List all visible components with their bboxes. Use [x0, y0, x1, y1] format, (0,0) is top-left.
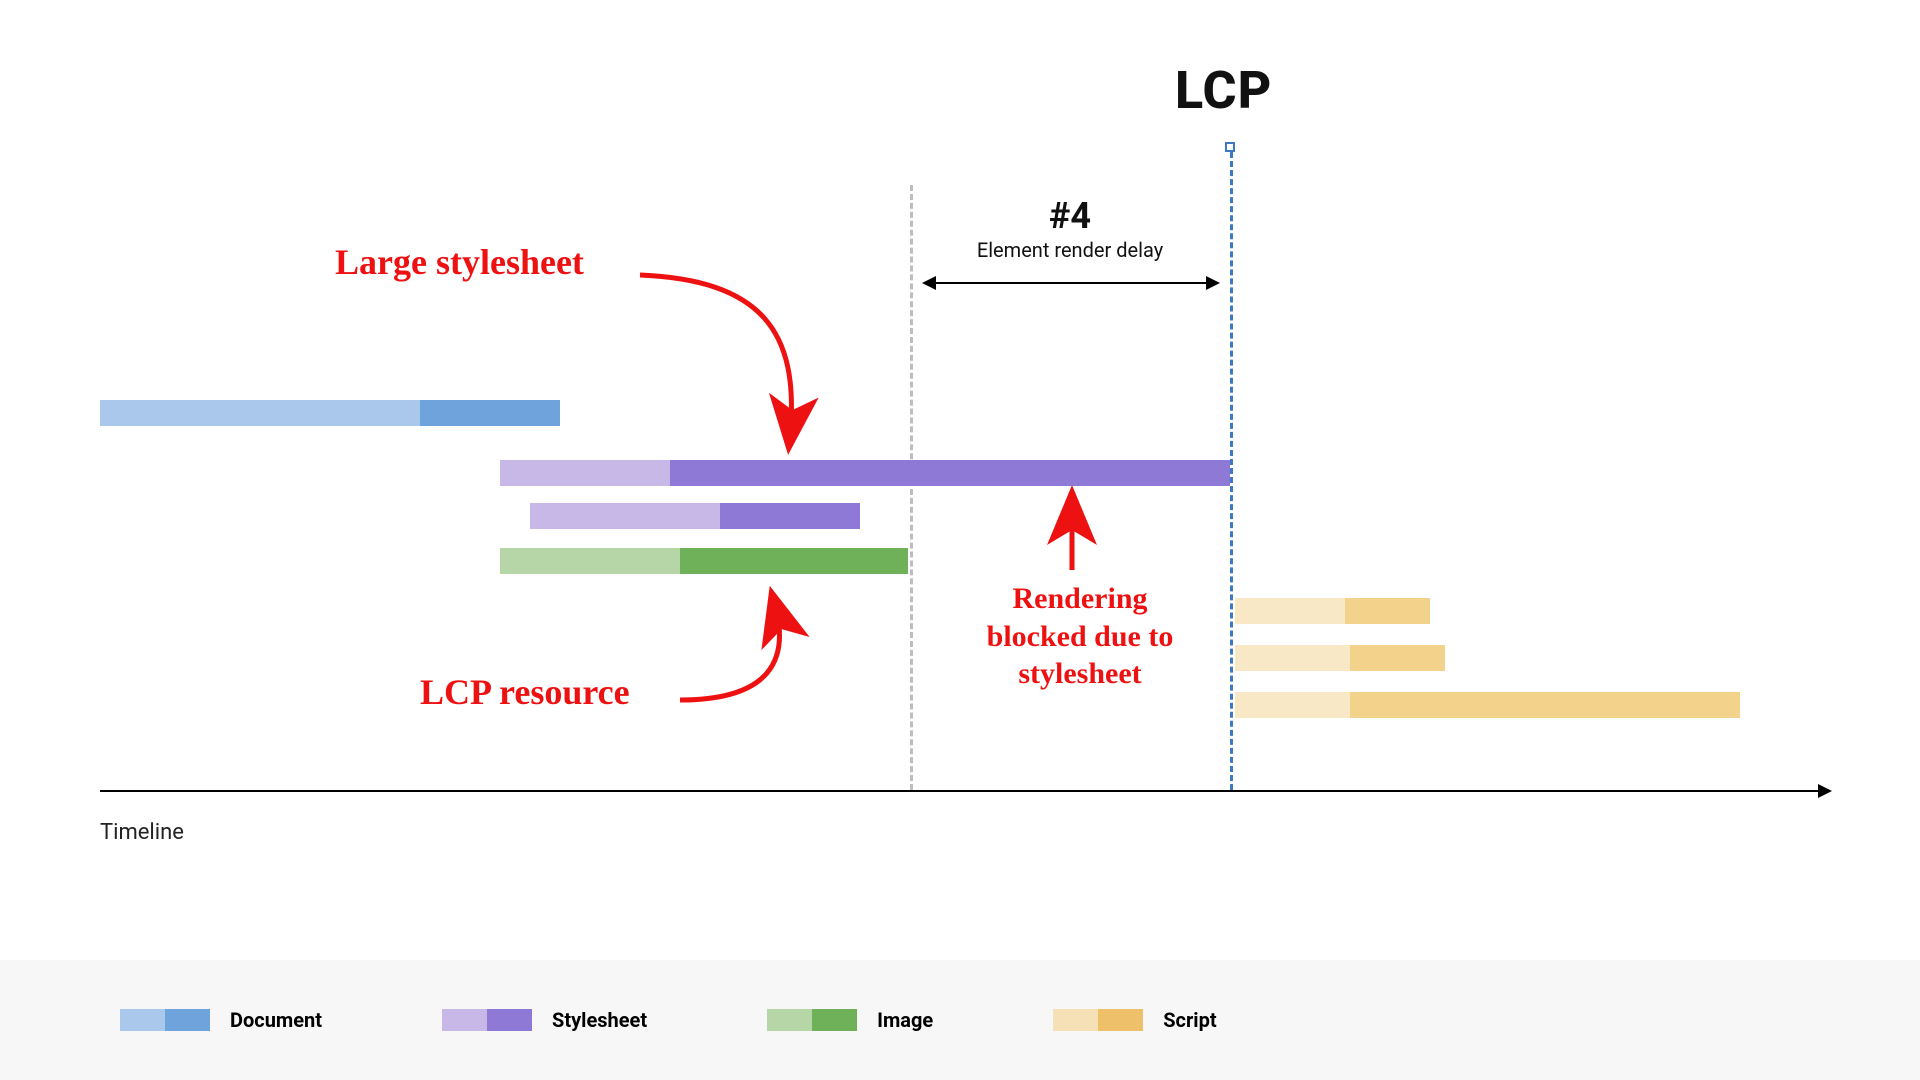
bar-script-1 [1235, 598, 1430, 624]
bar-stylesheet-large [500, 460, 1230, 486]
legend-item-stylesheet: Stylesheet [442, 1008, 647, 1032]
annotation-rendering-blocked: Rendering blocked due to stylesheet [960, 580, 1200, 693]
bar-document [100, 400, 560, 426]
legend: Document Stylesheet Image Script [0, 960, 1920, 1080]
annotation-arrows [0, 0, 1920, 1080]
legend-swatch [767, 1009, 857, 1031]
legend-label: Stylesheet [552, 1008, 647, 1032]
bar-script-2 [1235, 645, 1445, 671]
legend-label: Image [877, 1008, 933, 1032]
legend-swatch [120, 1009, 210, 1031]
legend-item-image: Image [767, 1008, 933, 1032]
legend-label: Script [1163, 1008, 1216, 1032]
diagram-stage: LCP #4 Element render delay Timeline Lar… [0, 0, 1920, 1080]
bar-image-lcp [500, 548, 908, 574]
timeline-axis-arrowhead [1818, 784, 1832, 798]
bar-stylesheet-small [530, 503, 860, 529]
annotation-large-stylesheet: Large stylesheet [335, 240, 584, 285]
timeline-axis-label: Timeline [100, 820, 184, 845]
timeline-axis [100, 790, 1820, 792]
lcp-marker-handle [1225, 142, 1235, 152]
phase-label: Element render delay [910, 238, 1230, 262]
bar-script-3 [1235, 692, 1740, 718]
lcp-title: LCP [1175, 60, 1272, 121]
legend-swatch [442, 1009, 532, 1031]
phase-extent-arrow [924, 282, 1218, 284]
legend-item-document: Document [120, 1008, 322, 1032]
phase-number: #4 [910, 195, 1230, 237]
render-delay-start-line [910, 185, 913, 790]
annotation-lcp-resource: LCP resource [420, 670, 630, 715]
lcp-line [1230, 152, 1233, 790]
legend-item-script: Script [1053, 1008, 1216, 1032]
legend-label: Document [230, 1008, 322, 1032]
legend-swatch [1053, 1009, 1143, 1031]
